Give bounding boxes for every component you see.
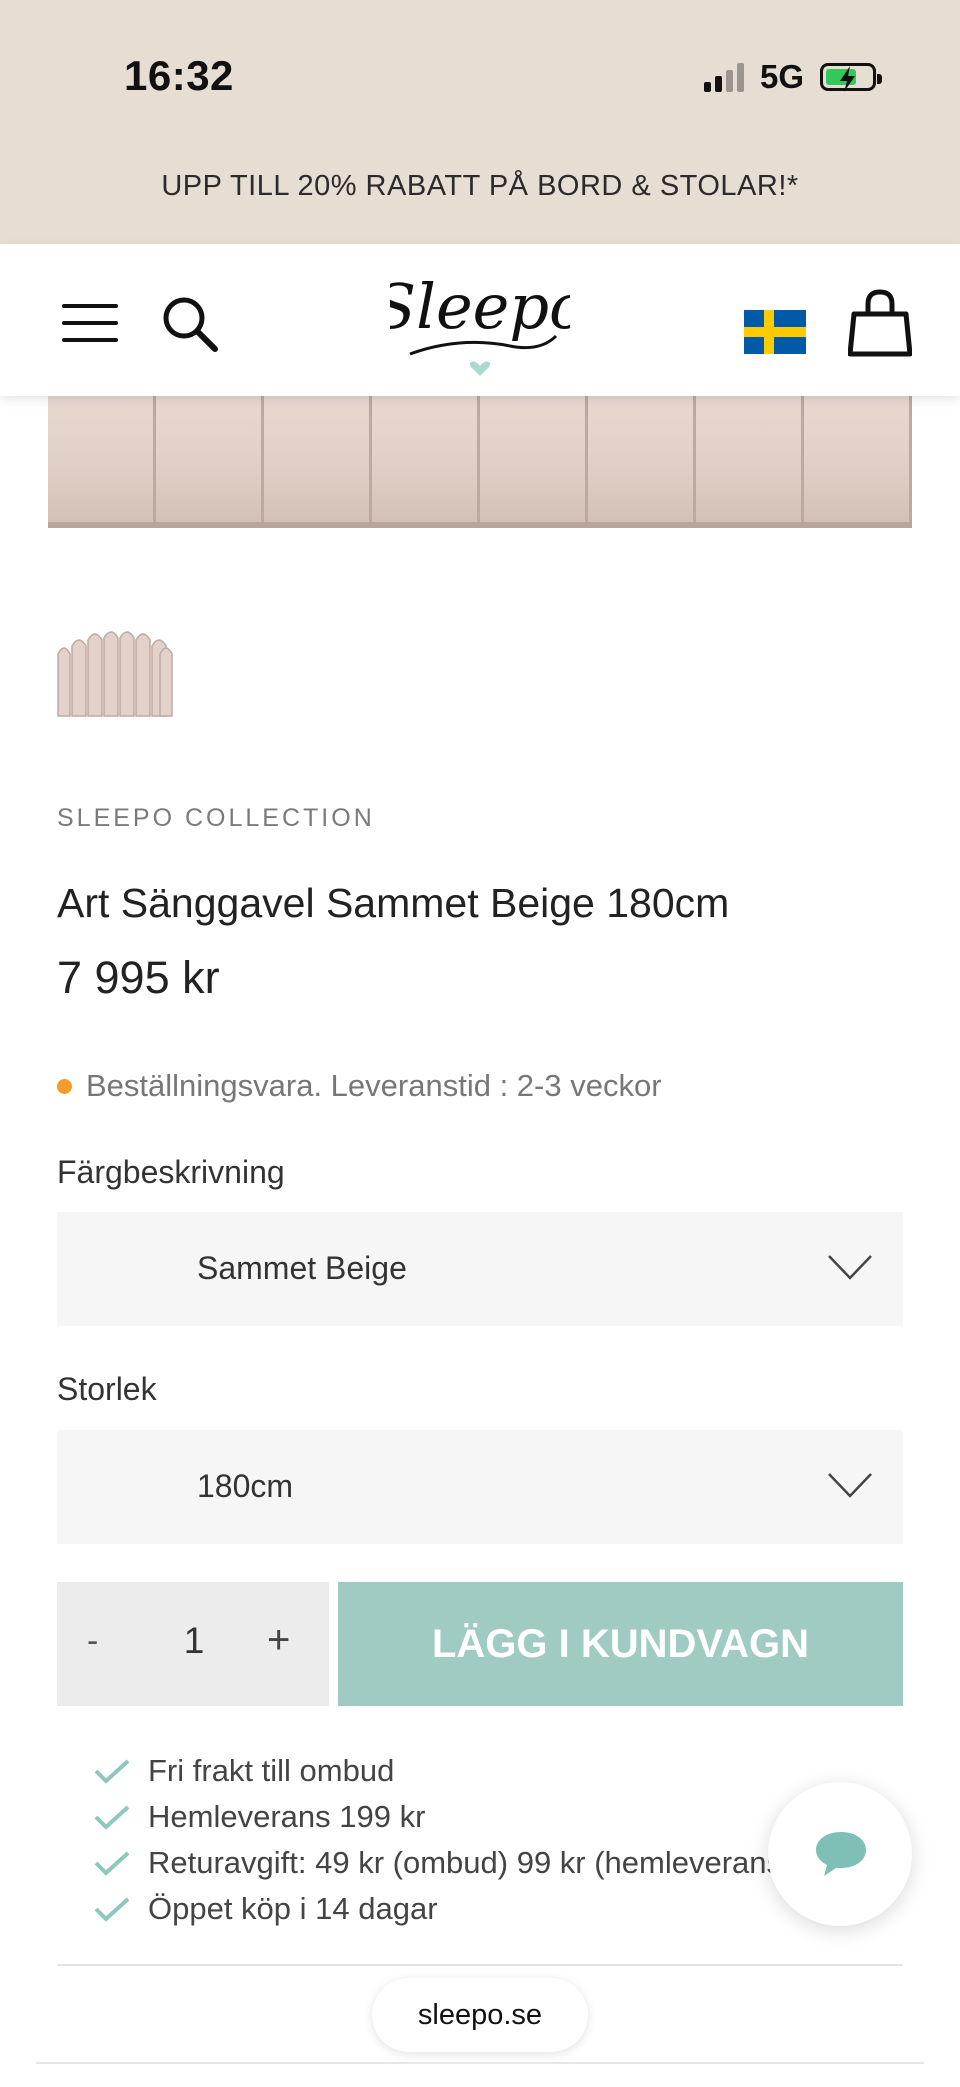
shopping-bag-icon[interactable] — [848, 288, 912, 358]
sleepo-logo[interactable]: Sleepo — [390, 266, 570, 386]
chevron-down-icon — [828, 1255, 872, 1280]
search-icon[interactable] — [160, 294, 220, 354]
quantity-stepper: - 1 + — [57, 1582, 329, 1706]
add-to-cart-button[interactable]: LÄGG I KUNDVAGN — [338, 1582, 903, 1706]
check-icon — [94, 1851, 130, 1876]
check-icon — [94, 1759, 130, 1784]
product-thumbnail[interactable] — [56, 628, 174, 718]
list-item: Fri frakt till ombud — [92, 1748, 772, 1794]
site-header: Sleepo — [0, 244, 960, 396]
chat-bubble-icon — [816, 1832, 866, 1876]
status-dot-icon — [57, 1078, 72, 1094]
list-item: Hemleverans 199 kr — [92, 1794, 772, 1840]
signal-icon — [703, 62, 744, 92]
product-price: 7 995 kr — [57, 952, 220, 1003]
check-icon — [94, 1805, 130, 1830]
divider — [57, 1964, 903, 1966]
size-select[interactable]: 180cm — [57, 1430, 903, 1544]
list-item: Öppet köp i 14 dagar — [92, 1886, 772, 1932]
decrease-quantity-button[interactable]: - — [87, 1622, 98, 1661]
promo-banner[interactable]: UPP TILL 20% RABATT PÅ BORD & STOLAR!* — [0, 170, 960, 203]
color-label: Färgbeskrivning — [57, 1154, 285, 1190]
hamburger-menu-icon[interactable] — [62, 302, 118, 344]
benefit-text: Fri frakt till ombud — [148, 1753, 395, 1788]
bottom-divider — [36, 2062, 924, 2064]
benefits-list: Fri frakt till ombud Hemleverans 199 kr … — [92, 1748, 772, 1932]
availability-text: Beställningsvara. Leveranstid : 2-3 veck… — [86, 1068, 662, 1103]
battery-icon — [820, 63, 882, 92]
chat-button[interactable] — [768, 1782, 912, 1926]
benefit-text: Returavgift: 49 kr (ombud) 99 kr (hemlev… — [148, 1845, 772, 1880]
availability-status: Beställningsvara. Leveranstid : 2-3 veck… — [57, 1068, 662, 1104]
color-select[interactable]: Sammet Beige — [57, 1212, 903, 1326]
swedish-flag-icon[interactable] — [744, 310, 806, 354]
size-label: Storlek — [57, 1371, 157, 1407]
product-title: Art Sänggavel Sammet Beige 180cm — [57, 880, 730, 926]
chevron-down-icon — [828, 1473, 872, 1498]
network-label: 5G — [759, 58, 804, 95]
benefit-text: Öppet köp i 14 dagar — [148, 1891, 438, 1926]
browser-url-bar[interactable]: sleepo.se — [372, 1978, 588, 2052]
status-indicators: 5G — [703, 58, 882, 96]
color-select-value: Sammet Beige — [197, 1250, 407, 1286]
quantity-value[interactable]: 1 — [177, 1620, 211, 1662]
product-brand[interactable]: SLEEPO COLLECTION — [57, 804, 375, 833]
benefit-text: Hemleverans 199 kr — [148, 1799, 426, 1834]
increase-quantity-button[interactable]: + — [267, 1618, 290, 1663]
status-time: 16:32 — [124, 52, 234, 99]
size-select-value: 180cm — [197, 1468, 294, 1504]
top-area: 16:32 5G UPP TILL 20% RABATT PÅ BORD & S… — [0, 0, 960, 244]
product-image[interactable] — [48, 396, 912, 528]
check-icon — [94, 1897, 130, 1922]
list-item: Returavgift: 49 kr (ombud) 99 kr (hemlev… — [92, 1840, 772, 1886]
svg-text:Sleepo: Sleepo — [390, 270, 570, 343]
